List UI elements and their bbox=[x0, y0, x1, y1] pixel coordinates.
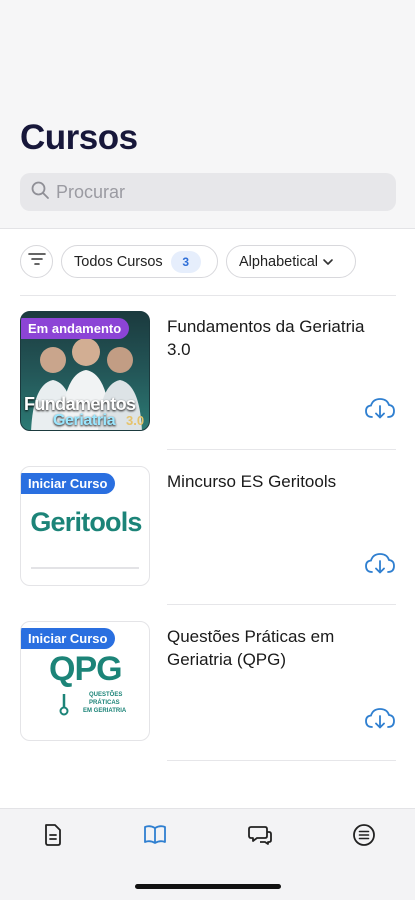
document-icon bbox=[42, 823, 64, 852]
download-icon[interactable] bbox=[364, 552, 396, 576]
course-title: Questões Práticas em Geriatria (QPG) bbox=[167, 627, 335, 669]
all-courses-label: Todos Cursos bbox=[74, 253, 163, 270]
course-title: Mincurso ES Geritools bbox=[167, 472, 337, 491]
course-title: Fundamentos da Geriatria 3.0 bbox=[167, 317, 365, 359]
course-thumbnail: Iniciar Curso QPG QUESTÕES PRÁTICAS EM G… bbox=[20, 621, 150, 741]
course-thumbnail: Iniciar Curso Geritools bbox=[20, 466, 150, 586]
search-bar[interactable] bbox=[20, 173, 396, 211]
status-badge: Iniciar Curso bbox=[21, 628, 116, 649]
course-item[interactable]: Iniciar Curso QPG QUESTÕES PRÁTICAS EM G… bbox=[20, 621, 396, 741]
download-icon[interactable] bbox=[364, 707, 396, 731]
filter-icon bbox=[27, 252, 46, 271]
course-thumbnail: Em andamento Fundamentos Geriatria 3.0 bbox=[20, 311, 150, 431]
status-badge: Iniciar Curso bbox=[21, 473, 116, 494]
tab-documents[interactable] bbox=[39, 823, 67, 851]
course-count-badge: 3 bbox=[170, 250, 201, 273]
divider bbox=[167, 604, 396, 605]
filter-bar: Todos Cursos 3 Alphabetical bbox=[20, 245, 356, 278]
search-icon bbox=[30, 180, 50, 205]
page-title: Cursos bbox=[20, 118, 138, 157]
header: Cursos bbox=[0, 0, 415, 228]
divider bbox=[20, 295, 396, 296]
divider bbox=[31, 567, 139, 569]
download-icon[interactable] bbox=[364, 397, 396, 421]
book-icon bbox=[142, 823, 168, 852]
course-item[interactable]: Em andamento Fundamentos Geriatria 3.0 F… bbox=[20, 311, 396, 431]
thumb-version: 3.0 bbox=[126, 413, 145, 428]
divider bbox=[167, 449, 396, 450]
pin-icon bbox=[59, 694, 69, 716]
geritools-logo: Geritools bbox=[30, 507, 142, 537]
thumb-subtitle: Geriatria bbox=[53, 412, 116, 429]
filter-button[interactable] bbox=[20, 245, 53, 278]
status-badge: Em andamento bbox=[21, 318, 130, 339]
divider bbox=[0, 228, 415, 229]
qpg-caption: PRÁTICAS bbox=[89, 700, 120, 706]
chevron-down-icon bbox=[318, 254, 334, 270]
sort-dropdown[interactable]: Alphabetical bbox=[226, 245, 356, 278]
tab-courses[interactable] bbox=[141, 823, 169, 851]
qpg-caption: EM GERIATRIA bbox=[83, 708, 127, 714]
sort-label: Alphabetical bbox=[239, 253, 318, 270]
qpg-logo: QPG bbox=[49, 650, 123, 688]
search-input[interactable] bbox=[56, 181, 376, 203]
home-indicator bbox=[135, 884, 281, 889]
qpg-caption: QUESTÕES bbox=[89, 692, 123, 698]
tab-community[interactable] bbox=[246, 823, 274, 851]
divider bbox=[167, 760, 396, 761]
chat-icon bbox=[247, 823, 273, 852]
all-courses-chip[interactable]: Todos Cursos 3 bbox=[61, 245, 218, 278]
menu-icon bbox=[352, 823, 376, 852]
tab-menu[interactable] bbox=[350, 823, 378, 851]
course-item[interactable]: Iniciar Curso Geritools Mincurso ES Geri… bbox=[20, 466, 396, 586]
